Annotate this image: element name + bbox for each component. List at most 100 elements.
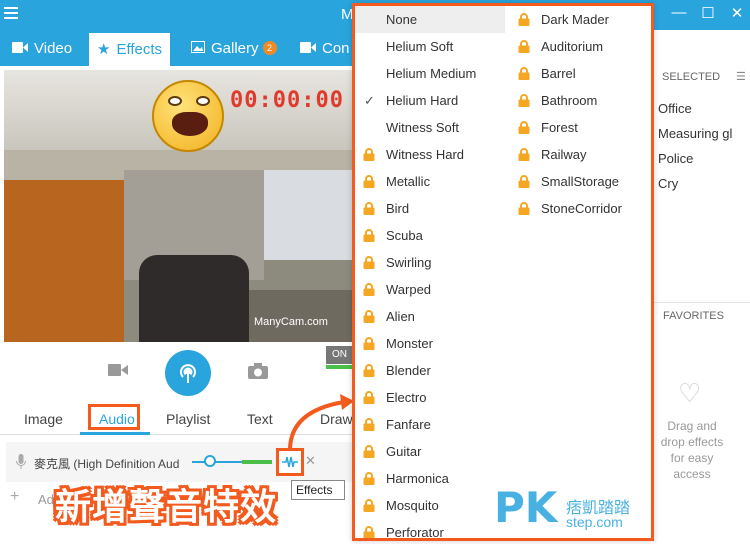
tab-connections[interactable]: Con xyxy=(292,33,358,66)
tab-gallery-label: Gallery xyxy=(211,40,259,57)
close-window-button[interactable]: ✕ xyxy=(726,4,748,22)
effect-menu-item[interactable]: Mosquito xyxy=(355,492,505,519)
volume-slider-knob[interactable] xyxy=(204,455,216,467)
effects-menu-left-column: None Helium Soft Helium Medium ✓ Helium Hard… xyxy=(355,6,505,538)
audio-device-name: 麥克風 (High Definition Aud xyxy=(34,457,180,471)
effect-menu-item[interactable]: Helium Medium xyxy=(355,60,505,87)
effect-menu-item[interactable]: SmallStorage xyxy=(510,168,651,195)
effect-menu-item[interactable]: Warped xyxy=(355,276,505,303)
subtab-text[interactable]: Text xyxy=(247,411,273,427)
selected-item[interactable]: Police xyxy=(658,151,750,166)
selected-item[interactable]: Cry xyxy=(658,176,750,191)
effect-menu-item-label: Barrel xyxy=(541,66,576,81)
filter-icon[interactable]: ☰ xyxy=(736,70,746,83)
lock-icon xyxy=(363,526,375,538)
crying-emoji-effect[interactable] xyxy=(152,80,224,152)
effect-menu-item[interactable]: Guitar xyxy=(355,438,505,465)
audio-tab-highlight xyxy=(88,404,140,430)
maximize-button[interactable]: ☐ xyxy=(697,4,719,22)
lock-icon xyxy=(518,175,530,188)
on-toggle[interactable]: ON xyxy=(326,346,352,364)
effect-menu-item-label: Guitar xyxy=(386,444,422,459)
effect-menu-item[interactable]: Witness Soft xyxy=(355,114,505,141)
minimize-button[interactable]: — xyxy=(668,4,690,21)
effect-menu-item[interactable]: ✓ Helium Hard xyxy=(355,87,505,114)
panel-divider xyxy=(654,302,750,303)
effect-menu-item[interactable]: Dark Mader xyxy=(510,6,651,33)
effect-menu-item-label: Bathroom xyxy=(541,93,598,108)
logo-site-text: step.com xyxy=(566,514,623,530)
lock-icon xyxy=(363,445,375,458)
effect-menu-item[interactable]: Scuba xyxy=(355,222,505,249)
image-icon xyxy=(191,40,205,57)
effect-menu-item[interactable]: Perforator xyxy=(355,519,505,538)
effect-menu-item[interactable]: Witness Hard xyxy=(355,141,505,168)
effect-menu-item[interactable]: Auditorium xyxy=(510,33,651,60)
lock-icon xyxy=(518,121,530,134)
subtab-playlist[interactable]: Playlist xyxy=(166,411,210,427)
effect-menu-item[interactable]: Alien xyxy=(355,303,505,330)
effect-menu-item-label: Helium Medium xyxy=(386,66,477,81)
add-icon[interactable]: + xyxy=(10,488,19,506)
lock-icon xyxy=(518,13,530,26)
lock-icon xyxy=(363,175,375,188)
effect-menu-item[interactable]: None xyxy=(355,6,505,33)
tab-gallery[interactable]: Gallery 2 xyxy=(183,33,285,66)
effect-menu-item[interactable]: Swirling xyxy=(355,249,505,276)
input-level-meter xyxy=(242,460,272,464)
effect-menu-item-label: Swirling xyxy=(386,255,432,270)
volume-slider-track[interactable] xyxy=(192,461,242,463)
effect-menu-item[interactable]: Monster xyxy=(355,330,505,357)
effect-menu-item-label: Warped xyxy=(386,282,432,297)
effect-menu-item[interactable]: Blender xyxy=(355,357,505,384)
lock-icon xyxy=(518,148,530,161)
effect-menu-item-label: Bird xyxy=(386,201,410,216)
lock-icon xyxy=(363,148,375,161)
effects-menu-right-column: Dark Mader Auditorium Barrel Bathroom Forest… xyxy=(510,6,651,222)
tab-video[interactable]: Video xyxy=(4,33,80,66)
emoji-eye xyxy=(196,96,210,106)
lock-icon xyxy=(363,472,375,485)
snapshot-camera-icon[interactable] xyxy=(248,363,268,383)
timer-overlay: 00:00:00 xyxy=(230,88,344,113)
emoji-eye xyxy=(168,96,182,106)
lock-icon xyxy=(363,364,375,377)
effect-menu-item[interactable]: Forest xyxy=(510,114,651,141)
lock-icon xyxy=(363,418,375,431)
effect-menu-item[interactable]: Railway xyxy=(510,141,651,168)
selected-item[interactable]: Office xyxy=(658,101,750,116)
effect-menu-item[interactable]: Bird xyxy=(355,195,505,222)
effect-menu-item[interactable]: Electro xyxy=(355,384,505,411)
lock-icon xyxy=(518,94,530,107)
effect-menu-item[interactable]: StoneCorridor xyxy=(510,195,651,222)
video-camera-icon xyxy=(300,40,316,57)
subtab-image[interactable]: Image xyxy=(24,411,63,427)
effect-menu-item-label: Helium Hard xyxy=(386,93,459,108)
broadcast-icon xyxy=(180,364,196,383)
effect-menu-item[interactable]: Harmonica xyxy=(355,465,505,492)
pk-logo: PK xyxy=(494,483,558,532)
tab-effects[interactable]: ★ Effects xyxy=(89,33,171,66)
effect-menu-item-label: None xyxy=(386,12,418,27)
tab-connections-label: Con xyxy=(322,40,350,57)
effect-menu-item[interactable]: Metallic xyxy=(355,168,505,195)
lock-icon xyxy=(363,229,375,242)
active-tab-underline xyxy=(80,432,150,435)
effect-menu-item[interactable]: Helium Soft xyxy=(355,33,505,60)
video-camera-icon xyxy=(12,40,28,57)
gallery-badge: 2 xyxy=(262,41,277,55)
effect-menu-item-label: Helium Soft xyxy=(386,39,454,54)
menu-icon[interactable] xyxy=(4,7,18,21)
effect-menu-item[interactable]: Barrel xyxy=(510,60,651,87)
emoji-mouth xyxy=(172,112,208,136)
lock-icon xyxy=(363,337,375,350)
lock-icon xyxy=(363,391,375,404)
record-video-icon[interactable] xyxy=(108,363,128,383)
waveform-icon xyxy=(282,456,298,468)
preview-cabinet xyxy=(4,180,124,342)
effect-menu-item[interactable]: Bathroom xyxy=(510,87,651,114)
selected-item[interactable]: Measuring gl xyxy=(658,126,750,141)
broadcast-button[interactable] xyxy=(165,350,211,396)
video-preview: 00:00:00 ManyCam.com xyxy=(4,70,352,342)
effect-menu-item[interactable]: Fanfare xyxy=(355,411,505,438)
